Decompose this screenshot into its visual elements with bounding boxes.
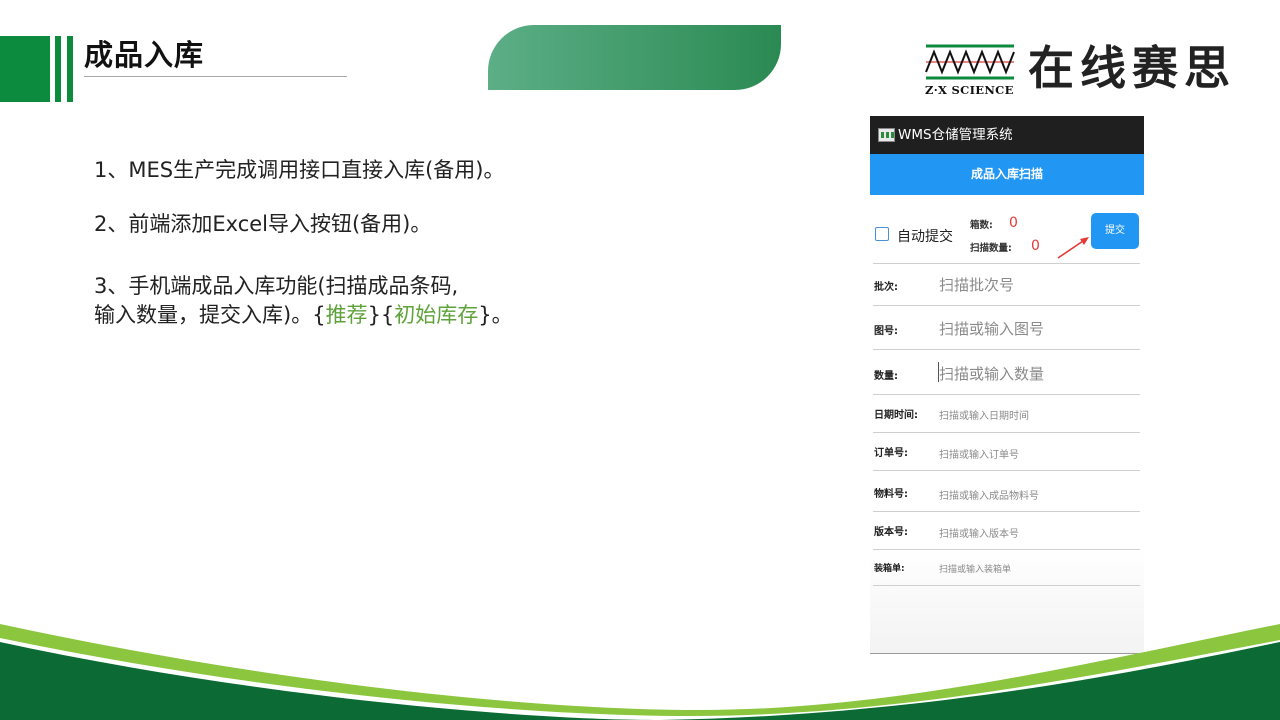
point-3-text-part: 输入数量，提交入库)。{ (94, 303, 326, 327)
datetime-input[interactable]: 扫描或输入日期时间 (939, 407, 1029, 422)
order-no-input[interactable]: 扫描或输入订单号 (939, 446, 1019, 461)
field-divider (873, 585, 1140, 586)
point-3-text-continued: 输入数量，提交入库)。{推荐}{初始库存}。 (94, 300, 513, 330)
packing-list-input[interactable]: 扫描或输入装箱单 (939, 562, 1011, 575)
batch-input[interactable]: 扫描批次号 (939, 274, 1014, 295)
field-divider (873, 263, 1140, 264)
submit-button[interactable]: 提交 (1091, 213, 1139, 249)
material-no-input[interactable]: 扫描或输入成品物料号 (939, 487, 1039, 502)
point-3-text-part: }。 (478, 303, 513, 327)
point-3-text-part: }{ (367, 303, 395, 327)
quantity-input[interactable]: 扫描或输入数量 (939, 363, 1044, 384)
version-no-label: 版本号: (874, 527, 908, 538)
screen-title: 成品入库扫描 (970, 167, 1043, 181)
field-divider (873, 305, 1140, 306)
order-no-label: 订单号: (874, 448, 908, 459)
red-arrow-icon (1057, 237, 1089, 259)
point-3-text: 3、手机端成品入库功能(扫描成品条码, (94, 274, 459, 298)
point-1-text: 1、MES生产完成调用接口直接入库(备用)。 (94, 158, 505, 182)
scan-qty-value: 0 (1031, 238, 1040, 254)
field-divider (873, 432, 1140, 433)
field-divider (873, 394, 1140, 395)
drawing-no-label: 图号: (874, 326, 898, 337)
field-divider (873, 549, 1140, 550)
auto-submit-label: 自动提交 (897, 229, 953, 245)
app-title: WMS仓储管理系统 (898, 127, 1013, 143)
logo-wave-icon (925, 44, 1015, 80)
phone-screenshot: WMS仓储管理系统 成品入库扫描 自动提交 箱数: 0 扫描数量: 0 提交 批… (870, 116, 1144, 653)
app-icon (878, 128, 895, 142)
screen-title-bar: 成品入库扫描 (870, 154, 1144, 195)
auto-submit-checkbox[interactable] (875, 227, 889, 241)
field-divider (873, 349, 1140, 350)
app-title-bar: WMS仓储管理系统 (870, 116, 1144, 154)
box-count-label: 箱数: (970, 220, 993, 231)
initial-stock-tag: 初始库存 (394, 303, 479, 327)
header-accent-stripe (55, 36, 61, 102)
logo-chinese-name: 在线赛思 (1028, 41, 1236, 95)
datetime-label: 日期时间: (874, 410, 918, 421)
field-divider (873, 470, 1140, 471)
field-divider (873, 511, 1140, 512)
header-accent-bar (0, 36, 50, 102)
bottom-wave-decoration (0, 624, 1280, 720)
box-count-value: 0 (1009, 215, 1018, 231)
header-accent-stripe (67, 36, 73, 102)
slide-title: 成品入库 (84, 38, 205, 72)
batch-label: 批次: (874, 282, 898, 293)
packing-list-label: 装箱单: (874, 564, 905, 574)
quantity-label: 数量: (874, 371, 898, 382)
header-green-tab (488, 25, 781, 90)
company-logo: Z·X SCIENCE 在线赛思 (924, 42, 1264, 100)
material-no-label: 物料号: (874, 489, 908, 500)
drawing-no-input[interactable]: 扫描或输入图号 (939, 318, 1044, 339)
point-2-text: 2、前端添加Excel导入按钮(备用)。 (94, 212, 432, 236)
version-no-input[interactable]: 扫描或输入版本号 (939, 525, 1019, 540)
recommended-tag: 推荐 (325, 303, 368, 327)
title-underline (84, 76, 347, 77)
logo-english-name: Z·X SCIENCE (925, 83, 1014, 97)
scan-qty-label: 扫描数量: (970, 243, 1012, 254)
